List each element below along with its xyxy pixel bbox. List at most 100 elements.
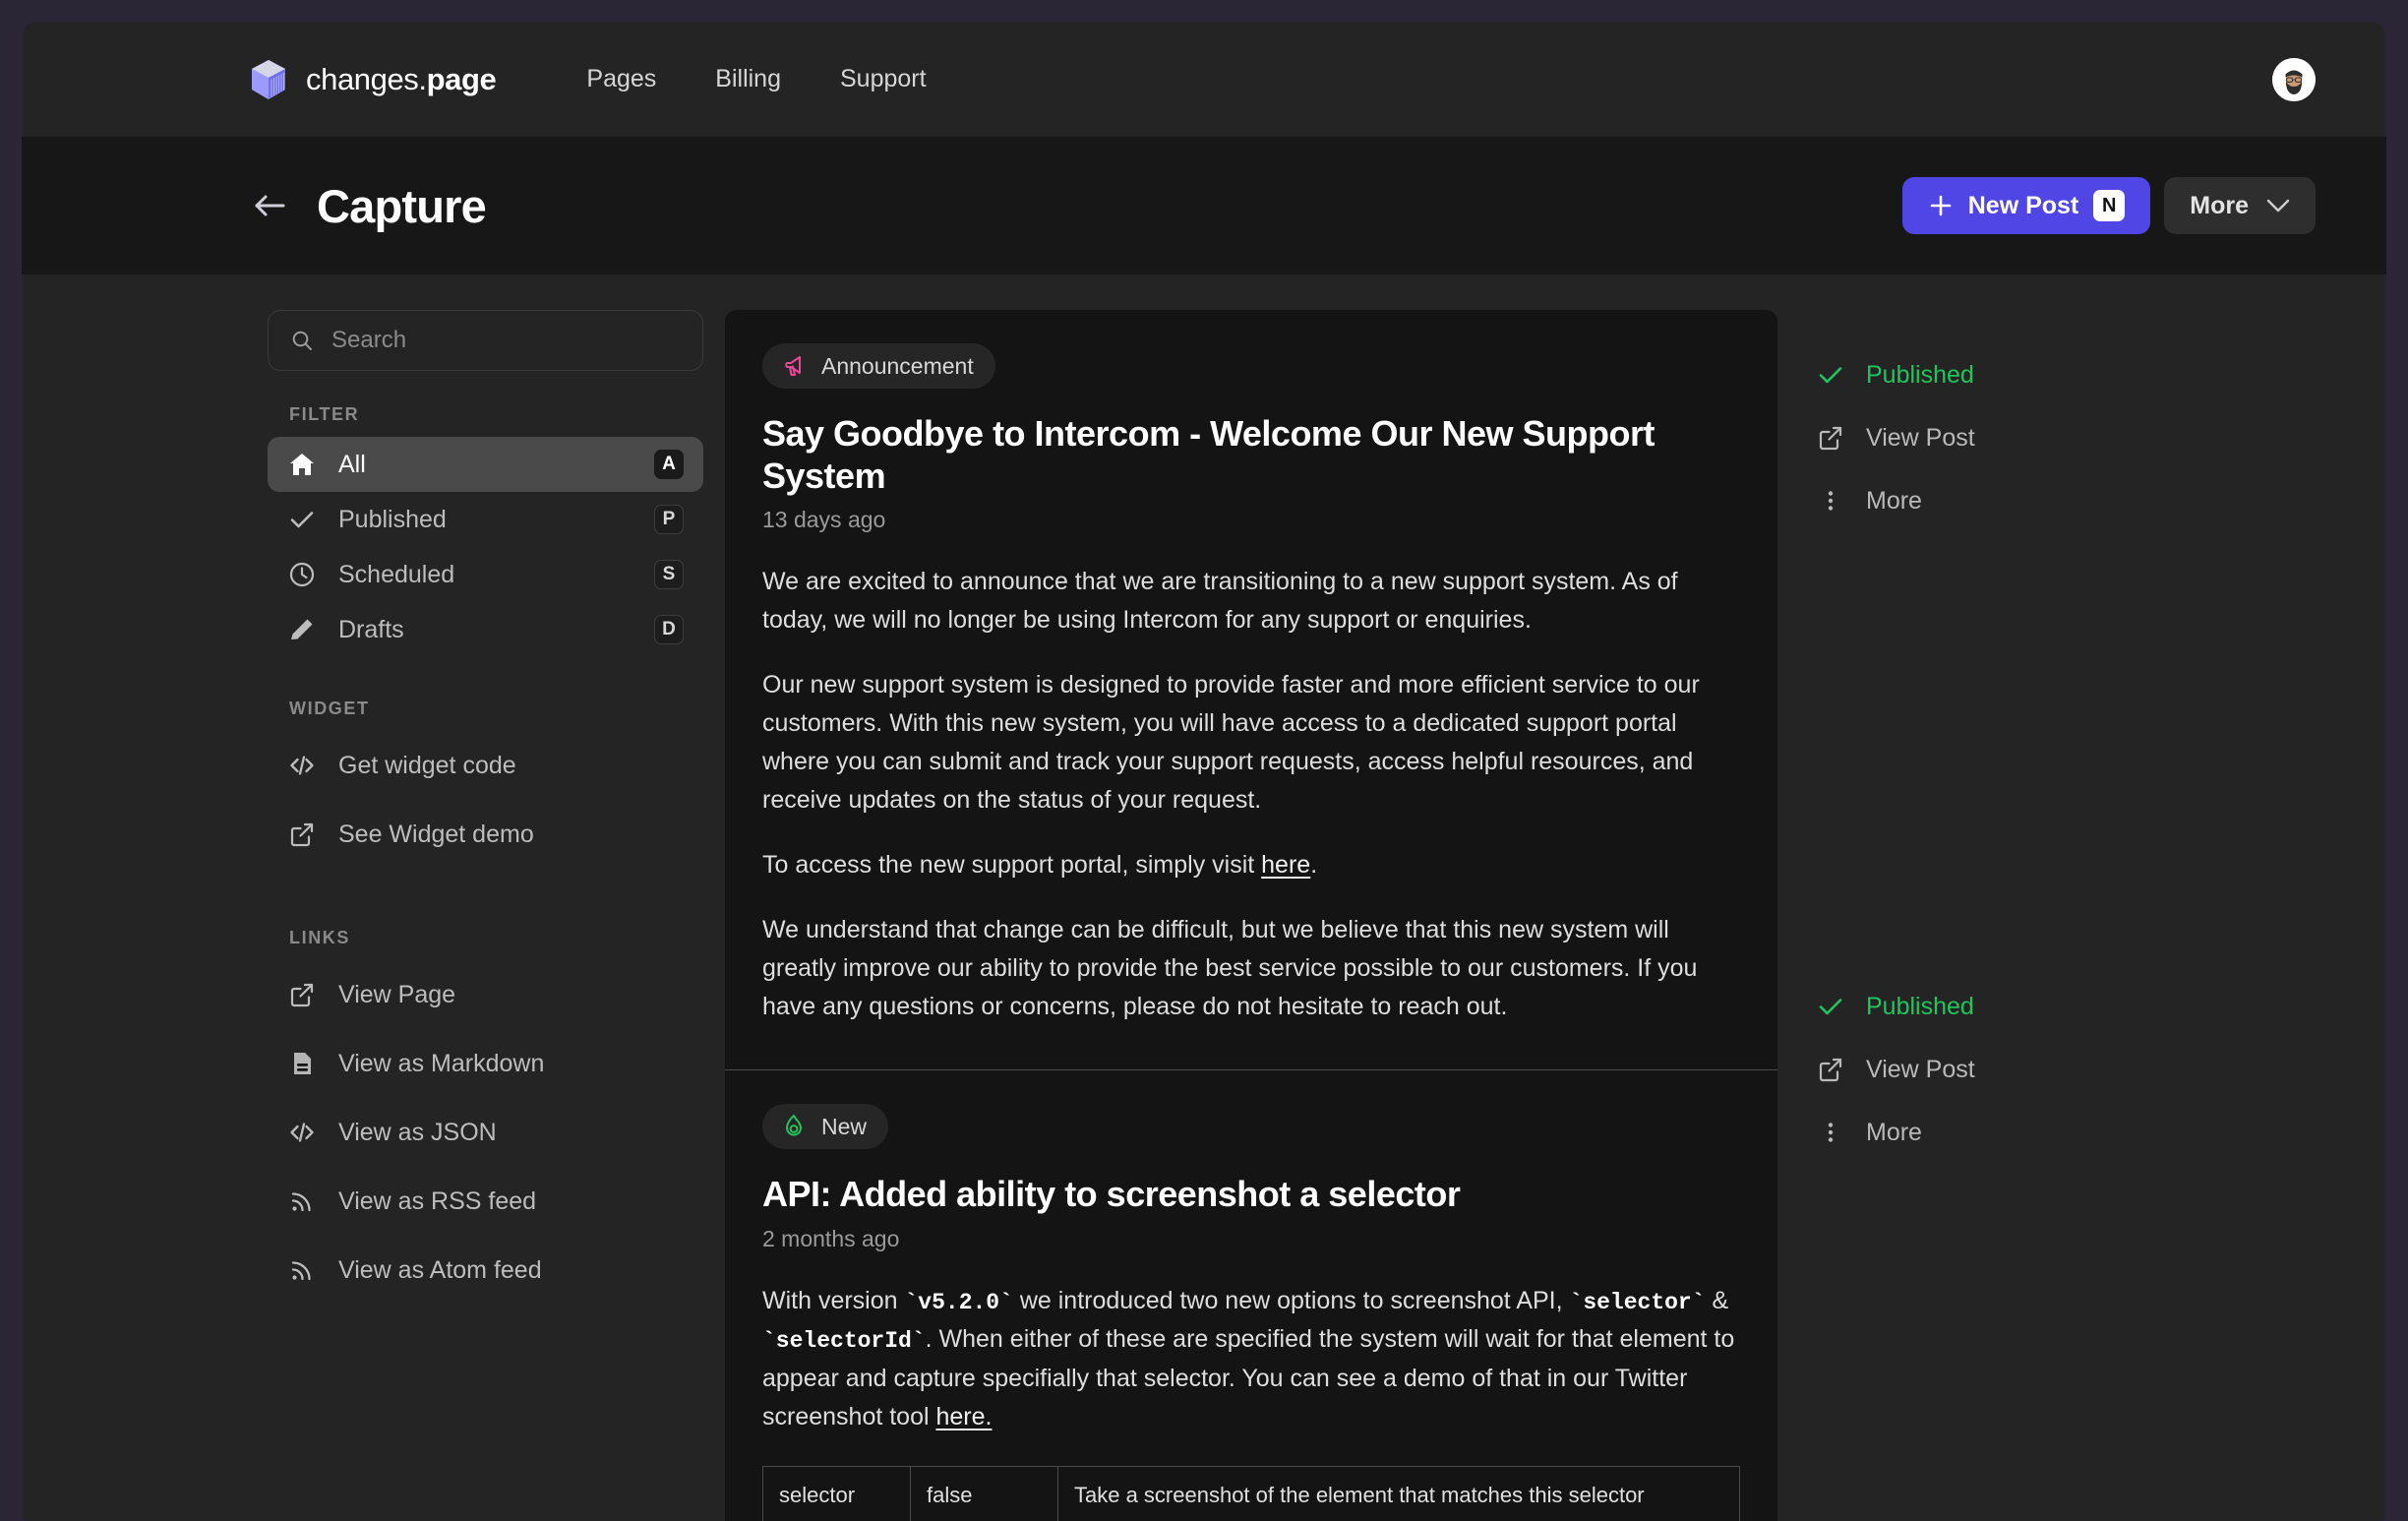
sidebar-item-view-page-label: View Page	[338, 980, 456, 1008]
filter-section-heading: FILTER	[289, 404, 360, 424]
post-body: With version `v5.2.0` we introduced two …	[762, 1282, 1740, 1521]
view-post-action[interactable]: View Post	[1817, 406, 2386, 469]
sidebar-item-see-widget-demo-label: See Widget demo	[338, 820, 534, 848]
post-date: 13 days ago	[762, 507, 886, 533]
sidebar-item-scheduled[interactable]: Scheduled S	[268, 547, 703, 602]
external-link-icon	[287, 980, 317, 1009]
sidebar-item-view-as-rss-feed-label: View as RSS feed	[338, 1186, 537, 1215]
rss-icon	[287, 1186, 317, 1216]
sidebar-item-view-as-atom-feed[interactable]: View as Atom feed	[268, 1236, 703, 1305]
post-date: 2 months ago	[762, 1225, 900, 1251]
table-row: selector false Take a screenshot of the …	[762, 1466, 1740, 1521]
body-prefix: With version	[762, 1286, 905, 1314]
external-link-icon	[1817, 1056, 1844, 1083]
dots-vertical-icon	[1817, 487, 1844, 515]
code-selector-id: `selectorId`	[762, 1328, 926, 1355]
sidebar-item-drafts-label: Drafts	[338, 615, 404, 643]
back-arrow-icon[interactable]	[250, 186, 289, 225]
sidebar-item-all[interactable]: All A	[268, 437, 703, 492]
sidebar-item-published[interactable]: Published P	[268, 492, 703, 547]
sidebar-item-published-shortcut: P	[654, 505, 684, 534]
megaphone-icon	[780, 352, 808, 380]
page-header-bar: Capture New Post N More	[22, 137, 2386, 274]
sidebar-item-get-widget-code-label: Get widget code	[338, 751, 516, 779]
search-input[interactable]	[331, 327, 681, 354]
pencil-icon	[287, 615, 317, 644]
clock-icon	[287, 560, 317, 589]
brand-prefix: changes.	[306, 61, 427, 96]
check-icon	[287, 505, 317, 534]
avatar[interactable]	[2272, 57, 2316, 101]
post-more-action[interactable]: More	[1817, 1101, 2386, 1164]
twitter-tool-link[interactable]: here.	[936, 1403, 993, 1430]
code-icon	[287, 1118, 317, 1147]
code-version: `v5.2.0`	[904, 1289, 1013, 1315]
external-link-icon	[287, 820, 317, 849]
links-section-heading: LINKS	[289, 928, 350, 947]
link-paragraph-suffix: .	[1310, 851, 1318, 880]
view-post-label: View Post	[1866, 1055, 1975, 1083]
post-badge-label: Announcement	[821, 352, 974, 379]
view-post-label: View Post	[1866, 423, 1975, 452]
nav-link-pages[interactable]: Pages	[557, 55, 686, 103]
status-badge-published: Published	[1817, 343, 2386, 406]
brand-name: changes.page	[306, 61, 497, 97]
status-badge-label: Published	[1866, 360, 1974, 389]
more-menu-button[interactable]: More	[2164, 177, 2316, 234]
code-selector: `selector`	[1569, 1289, 1706, 1315]
sidebar-item-get-widget-code[interactable]: Get widget code	[268, 731, 703, 800]
sidebar-item-view-as-atom-feed-label: View as Atom feed	[338, 1255, 542, 1284]
external-link-icon	[1817, 424, 1844, 452]
nav-link-billing[interactable]: Billing	[686, 55, 811, 103]
link-paragraph-prefix: To access the new support portal, simply…	[762, 851, 1262, 880]
sidebar-item-view-page[interactable]: View Page	[268, 960, 703, 1029]
page-header-actions: New Post N More	[1901, 177, 2316, 234]
new-post-label: New Post	[1967, 191, 2079, 219]
sidebar-item-published-label: Published	[338, 505, 447, 533]
new-post-button[interactable]: New Post N	[1901, 177, 2151, 234]
dots-vertical-icon	[1817, 1119, 1844, 1146]
post-card[interactable]: New API: Added ability to screenshot a s…	[725, 1070, 1777, 1521]
post-paragraph-with-link: To access the new support portal, simply…	[762, 846, 1740, 884]
post-paragraph: We understand that change can be difficu…	[762, 916, 1698, 1021]
support-portal-link[interactable]: here	[1261, 851, 1310, 879]
post-badge-announcement: Announcement	[762, 343, 995, 389]
page-title: Capture	[317, 179, 487, 232]
sidebar-item-view-as-markdown-label: View as Markdown	[338, 1049, 545, 1077]
plus-icon	[1928, 193, 1954, 218]
nav-link-support[interactable]: Support	[811, 55, 956, 103]
post-body: We are excited to announce that we are t…	[762, 563, 1740, 1026]
sidebar-item-drafts-shortcut: D	[654, 615, 684, 644]
document-icon	[287, 1049, 317, 1078]
post-paragraph: We are excited to announce that we are t…	[762, 568, 1678, 635]
sidebar-item-drafts[interactable]: Drafts D	[268, 602, 703, 657]
post-card[interactable]: Announcement Say Goodbye to Intercom - W…	[725, 310, 1777, 1071]
sidebar-item-all-label: All	[338, 450, 366, 478]
code-icon	[287, 751, 317, 780]
sidebar-item-view-as-json[interactable]: View as JSON	[268, 1098, 703, 1167]
flame-icon	[780, 1113, 808, 1140]
post-more-action[interactable]: More	[1817, 469, 2386, 532]
view-post-action[interactable]: View Post	[1817, 1038, 2386, 1101]
post-title[interactable]: API: Added ability to screenshot a selec…	[762, 1173, 1740, 1215]
rss-icon	[287, 1255, 317, 1285]
sidebar-item-view-as-markdown[interactable]: View as Markdown	[268, 1029, 703, 1098]
new-post-shortcut-badge: N	[2093, 190, 2126, 221]
post-title[interactable]: Say Goodbye to Intercom - Welcome Our Ne…	[762, 412, 1740, 497]
post-actions-column: Published View Post More Published View …	[1777, 310, 2386, 1521]
search-box[interactable]	[268, 310, 703, 371]
post-paragraph: Our new support system is designed to pr…	[762, 671, 1700, 815]
body-mid-1: we introduced two new options to screens…	[1012, 1286, 1570, 1314]
sidebar-item-view-as-rss-feed[interactable]: View as RSS feed	[268, 1167, 703, 1236]
brand-logo-link[interactable]: changes.page	[250, 59, 497, 100]
window-frame: changes.page Pages Billing Support Captu…	[0, 0, 2408, 1521]
table-cell-option-name: selector	[762, 1466, 911, 1521]
table-cell-option-value: false	[910, 1466, 1058, 1521]
sidebar-item-scheduled-shortcut: S	[654, 560, 684, 589]
post-paragraph-with-code: With version `v5.2.0` we introduced two …	[762, 1282, 1740, 1437]
status-badge-label: Published	[1866, 992, 1974, 1020]
page-body: FILTER All A Published P	[22, 274, 2386, 1521]
sidebar-item-see-widget-demo[interactable]: See Widget demo	[268, 800, 703, 869]
sidebar-item-scheduled-label: Scheduled	[338, 560, 455, 588]
post-more-label: More	[1866, 486, 1922, 515]
